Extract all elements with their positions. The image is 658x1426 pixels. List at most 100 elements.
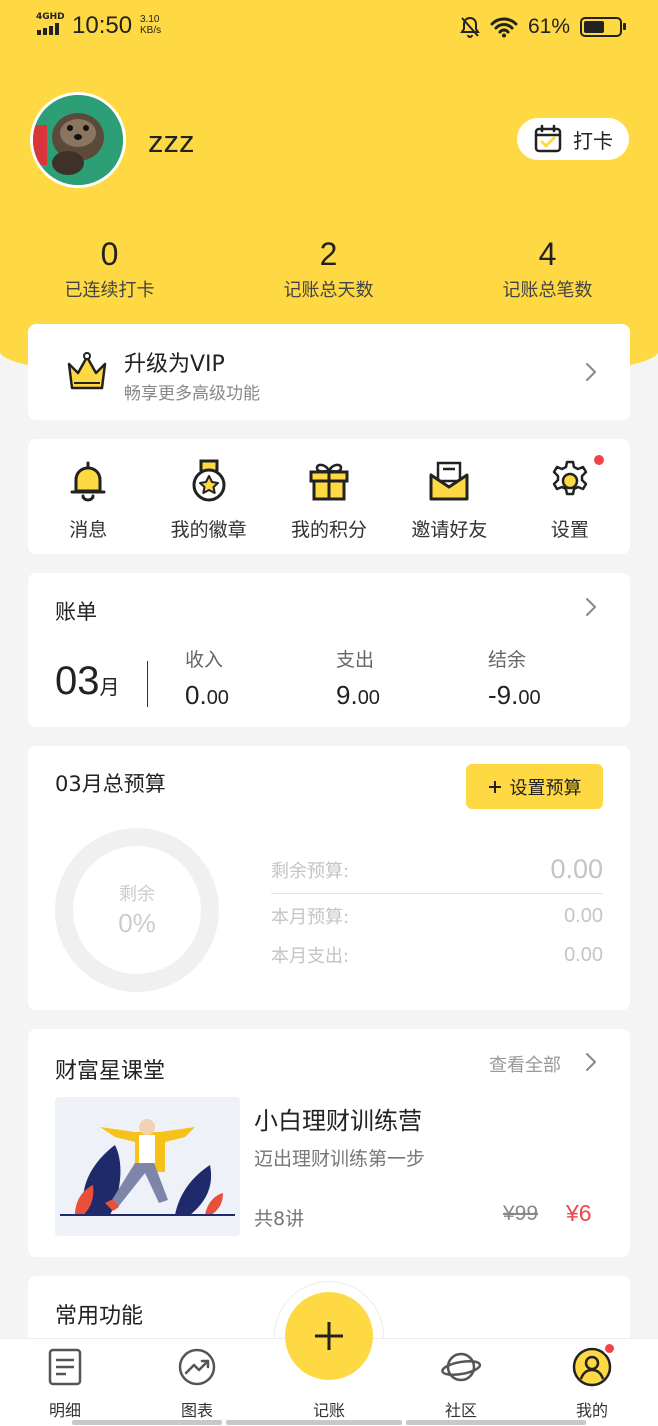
divider bbox=[147, 661, 148, 707]
original-price: ¥99 bbox=[503, 1202, 539, 1225]
month-expense-value: 0.00 bbox=[564, 943, 603, 966]
tab-label: 社区 bbox=[444, 1401, 477, 1420]
month-budget-value: 0.00 bbox=[564, 904, 603, 927]
budget-title: 03月总预算 bbox=[55, 772, 166, 796]
bill-card[interactable]: 账单 03月 收入 0.00 支出 9.00 结余 -9.00 bbox=[28, 573, 630, 727]
calendar-check-icon bbox=[534, 124, 562, 153]
month-budget-row: 本月预算: 0.00 bbox=[271, 903, 603, 929]
vip-subtitle: 畅享更多高级功能 bbox=[124, 384, 260, 404]
income-label: 收入 bbox=[185, 649, 224, 671]
stat-records[interactable]: 4 记账总笔数 bbox=[438, 236, 657, 302]
medal-icon bbox=[192, 459, 226, 502]
menu-item-messages[interactable]: 消息 bbox=[28, 439, 148, 554]
list-icon bbox=[48, 1348, 82, 1386]
checkin-button[interactable]: 打卡 bbox=[517, 118, 629, 160]
tab-mine[interactable]: 我的 bbox=[547, 1339, 637, 1426]
gift-icon bbox=[309, 463, 349, 501]
course-title[interactable]: 小白理财训练营 bbox=[254, 1101, 422, 1136]
set-budget-button[interactable]: 设置预算 bbox=[466, 764, 603, 809]
bill-balance: 结余 -9.00 bbox=[488, 645, 541, 711]
username: zzz bbox=[148, 124, 195, 159]
tab-label: 记账 bbox=[312, 1401, 345, 1420]
menu-item-settings[interactable]: 设置 bbox=[510, 439, 630, 554]
stat-label: 记账总笔数 bbox=[502, 280, 593, 301]
menu-item-badges[interactable]: 我的徽章 bbox=[148, 439, 268, 554]
course-subtitle: 迈出理财训练第一步 bbox=[254, 1148, 426, 1170]
balance-value: -9.00 bbox=[488, 680, 541, 711]
bill-title: 账单 bbox=[55, 600, 97, 624]
balance-dec: 00 bbox=[518, 687, 541, 709]
ring-value: 0% bbox=[118, 908, 156, 938]
month-expense-label: 本月支出: bbox=[271, 946, 350, 967]
wifi-icon bbox=[490, 17, 518, 38]
bill-expense: 支出 9.00 bbox=[336, 645, 380, 711]
bell-icon bbox=[70, 461, 106, 502]
menu-item-points[interactable]: 我的积分 bbox=[269, 439, 389, 554]
month-budget-label: 本月预算: bbox=[271, 907, 350, 928]
income-dec: 00 bbox=[206, 687, 229, 709]
vip-title: 升级为VIP bbox=[124, 352, 225, 377]
sale-price: ¥6 bbox=[566, 1200, 592, 1226]
menu-label: 我的积分 bbox=[291, 519, 368, 541]
lesson-count: 共8讲 bbox=[254, 1208, 305, 1230]
checkin-label: 打卡 bbox=[573, 128, 613, 153]
mute-bell-icon bbox=[460, 16, 480, 38]
tab-charts[interactable]: 图表 bbox=[152, 1339, 242, 1426]
plus-icon bbox=[488, 780, 501, 793]
gesture-bar bbox=[72, 1420, 222, 1425]
stat-value: 4 bbox=[538, 236, 557, 272]
month-unit: 月 bbox=[99, 677, 120, 699]
income-int: 0. bbox=[185, 680, 207, 710]
gesture-bar bbox=[226, 1420, 402, 1425]
balance-int: -9. bbox=[488, 680, 519, 710]
set-budget-label: 设置预算 bbox=[509, 777, 582, 799]
view-all-link[interactable]: 查看全部 bbox=[489, 1051, 561, 1077]
chevron-right-icon bbox=[586, 363, 596, 381]
menu-label: 设置 bbox=[550, 519, 589, 541]
tab-label: 明细 bbox=[48, 1401, 81, 1420]
notification-dot bbox=[591, 453, 606, 467]
divider bbox=[271, 893, 603, 894]
clock: 10:50 bbox=[72, 12, 133, 39]
expense-value: 9.00 bbox=[336, 680, 380, 711]
course-thumbnail[interactable] bbox=[55, 1097, 240, 1236]
tab-label: 我的 bbox=[575, 1401, 608, 1420]
tab-details[interactable]: 明细 bbox=[20, 1339, 110, 1426]
chevron-right-icon[interactable] bbox=[585, 1052, 597, 1072]
classroom-card: 财富星课堂 查看全部 小白理财训练营 迈出理财训练第一步 共8讲 ¥99 ¥6 bbox=[28, 1029, 630, 1257]
bill-month: 03月 bbox=[55, 659, 120, 710]
course-illustration bbox=[55, 1097, 240, 1236]
add-record-button[interactable] bbox=[285, 1292, 373, 1380]
budget-ring: 剩余 0% bbox=[55, 828, 219, 992]
expense-dec: 00 bbox=[357, 687, 380, 709]
expense-int: 9. bbox=[336, 680, 358, 710]
month-number: 03 bbox=[55, 659, 100, 703]
stat-days[interactable]: 2 记账总天数 bbox=[219, 236, 438, 302]
network-speed: 3.10 KB/s bbox=[140, 14, 161, 36]
stat-value: 2 bbox=[319, 236, 338, 272]
income-value: 0.00 bbox=[185, 680, 229, 711]
tab-community[interactable]: 社区 bbox=[416, 1339, 506, 1426]
notification-dot bbox=[603, 1342, 616, 1355]
stat-value: 0 bbox=[100, 236, 119, 272]
ring-label: 剩余 bbox=[119, 884, 155, 905]
stat-label: 记账总天数 bbox=[283, 280, 374, 301]
speed-value: 3.10 bbox=[140, 14, 160, 25]
battery-icon bbox=[580, 17, 626, 37]
avatar-image bbox=[33, 95, 123, 185]
stat-streak[interactable]: 0 已连续打卡 bbox=[0, 236, 219, 302]
vip-upgrade-card[interactable]: 升级为VIP 畅享更多高级功能 bbox=[28, 324, 630, 420]
chevron-right-icon bbox=[586, 598, 596, 616]
status-bar: 4GHD 10:50 3.10 KB/s 61% bbox=[0, 0, 658, 52]
menu-label: 消息 bbox=[69, 519, 108, 541]
plus-icon bbox=[315, 1322, 343, 1350]
remaining-budget-row: 剩余预算: 0.00 bbox=[271, 854, 603, 885]
chart-icon bbox=[178, 1348, 216, 1386]
menu-label: 我的徽章 bbox=[170, 519, 247, 541]
expense-label: 支出 bbox=[336, 649, 375, 671]
avatar[interactable] bbox=[30, 92, 126, 188]
menu-item-invite[interactable]: 邀请好友 bbox=[389, 439, 509, 554]
balance-label: 结余 bbox=[488, 649, 527, 671]
crown-icon bbox=[67, 352, 107, 390]
month-expense-row: 本月支出: 0.00 bbox=[271, 942, 603, 968]
